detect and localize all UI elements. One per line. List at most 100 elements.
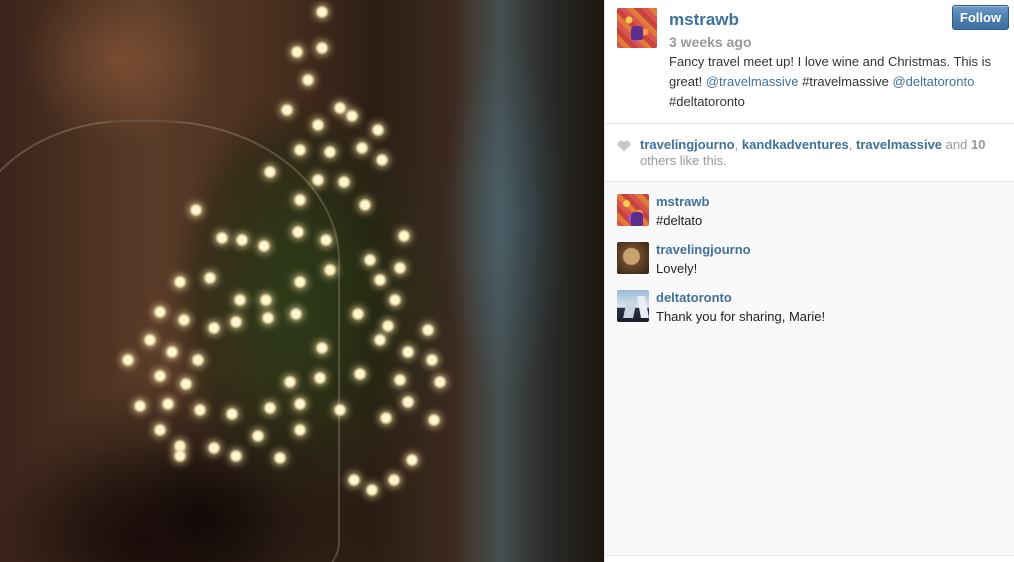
bokeh-light [280,103,294,117]
bokeh-light [311,173,325,187]
bokeh-light [323,145,337,159]
bokeh-light [353,367,367,381]
comment-text: #deltato [656,213,703,228]
bokeh-light [203,271,217,285]
panel-bottom-divider [605,555,1014,562]
bokeh-light [233,293,247,307]
bokeh-light [315,341,329,355]
bokeh-light [193,403,207,417]
bokeh-light [235,233,249,247]
bokeh-light [173,449,187,463]
comment-username[interactable]: travelingjourno [656,242,751,257]
comment-text: Thank you for sharing, Marie! [656,309,826,324]
bokeh-light [365,483,379,497]
liker-travelmassive[interactable]: travelmassive [856,137,942,152]
post-photo[interactable] [0,0,604,562]
bokeh-light [291,225,305,239]
bokeh-light [251,429,265,443]
bokeh-light [215,231,229,245]
caption-mention-deltatoronto[interactable]: @deltatoronto [892,74,974,89]
likes-others-count[interactable]: 10 [971,137,985,152]
bokeh-light [191,353,205,367]
comment-item: deltatoronto Thank you for sharing, Mari… [617,290,1007,334]
bokeh-light [313,371,327,385]
bokeh-light [347,473,361,487]
bokeh-light [133,399,147,413]
photo-wine-glass [0,120,340,562]
bokeh-light [388,293,402,307]
comment-avatar[interactable] [617,242,649,274]
bokeh-light [293,143,307,157]
bokeh-light [293,423,307,437]
bokeh-light [293,193,307,207]
bokeh-light [290,45,304,59]
bokeh-light [153,369,167,383]
bokeh-light [229,315,243,329]
bokeh-light [393,261,407,275]
comments-list: mstrawb #deltato travelingjourno Lovely!… [605,182,1014,556]
bokeh-light [283,375,297,389]
bokeh-light [405,453,419,467]
caption-hashtag-travelmassive[interactable]: #travelmassive [799,74,893,89]
bokeh-light [433,375,447,389]
bokeh-light [381,319,395,333]
liker-kandkadventures[interactable]: kandkadventures [742,137,849,152]
comment-username[interactable]: mstrawb [656,194,709,209]
bokeh-light [393,373,407,387]
bokeh-light [323,263,337,277]
comment-item: mstrawb #deltato [617,194,1007,238]
likes-separator: , [848,137,857,152]
bokeh-light [355,141,369,155]
bokeh-light [379,411,393,425]
bokeh-light [387,473,401,487]
bokeh-light [161,397,175,411]
comment-username[interactable]: deltatoronto [656,290,732,305]
bokeh-light [179,377,193,391]
bokeh-light [301,73,315,87]
post-timestamp: 3 weeks ago [669,34,752,50]
liker-travelingjourno[interactable]: travelingjourno [640,137,735,152]
bokeh-light [121,353,135,367]
post-caption: Fancy travel meet up! I love wine and Ch… [669,52,1009,112]
heart-icon[interactable] [617,140,631,152]
comment-avatar[interactable] [617,194,649,226]
bokeh-light [273,451,287,465]
caption-hashtag-deltatoronto[interactable]: #deltatoronto [669,94,745,109]
comment-item: travelingjourno Lovely! [617,242,1007,286]
bokeh-light [263,401,277,415]
follow-button[interactable]: Follow [952,5,1009,30]
bokeh-light [363,253,377,267]
bokeh-light [177,313,191,327]
bokeh-light [373,333,387,347]
comment-text: Lovely! [656,261,698,276]
bokeh-light [315,5,329,19]
bokeh-light [153,305,167,319]
bokeh-light [207,441,221,455]
bokeh-light [289,307,303,321]
photo-background-wall [455,0,604,562]
bokeh-light [351,307,365,321]
bokeh-light [257,239,271,253]
bokeh-light [173,275,187,289]
likes-suffix: others like this. [640,153,727,168]
bokeh-light [225,407,239,421]
bokeh-light [229,449,243,463]
bokeh-light [293,275,307,289]
author-username[interactable]: mstrawb [669,10,739,30]
bokeh-light [425,353,439,367]
bokeh-light [373,273,387,287]
bokeh-light [371,123,385,137]
comment-avatar[interactable] [617,290,649,322]
likes-separator: , [734,137,742,152]
bokeh-light [427,413,441,427]
bokeh-light [333,403,347,417]
bokeh-light [143,333,157,347]
author-avatar[interactable] [617,8,657,48]
bokeh-light [401,395,415,409]
bokeh-light [311,118,325,132]
bokeh-light [345,109,359,123]
caption-mention-travelmassive[interactable]: @travelmassive [706,74,799,89]
bokeh-light [319,233,333,247]
bokeh-light [397,229,411,243]
bokeh-light [153,423,167,437]
